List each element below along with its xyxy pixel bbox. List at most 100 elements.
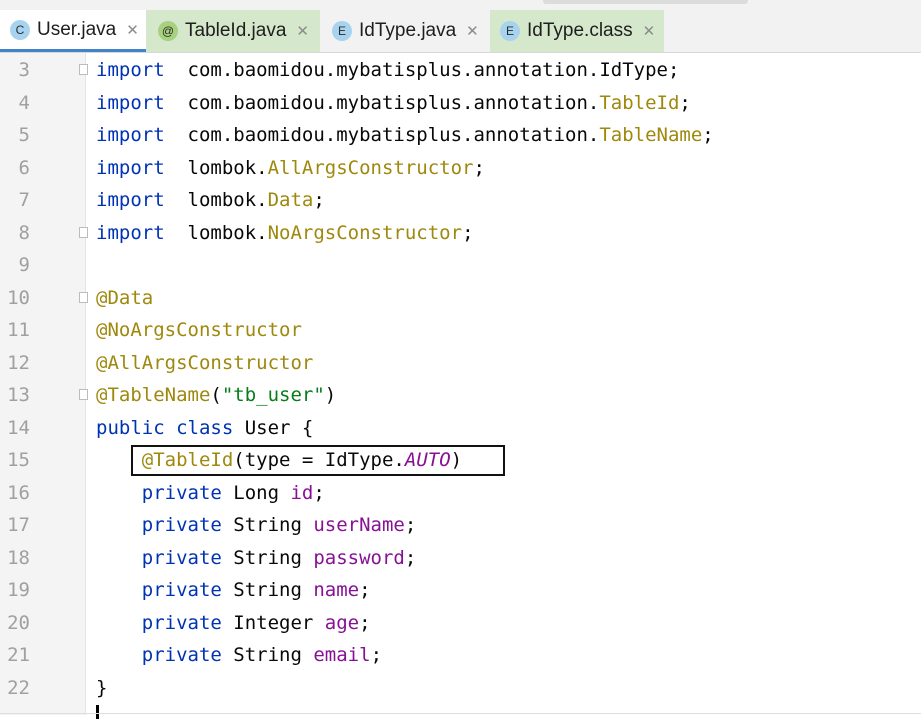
code-token: ;: [462, 221, 474, 244]
code-line[interactable]: public class User {: [96, 412, 313, 444]
code-token: private: [141, 514, 222, 536]
code-token: import: [96, 59, 165, 81]
code-token: String: [221, 514, 314, 536]
line-number: 13: [7, 384, 30, 406]
code-token: NoArgsConstructor: [267, 221, 463, 244]
code-line[interactable]: import lombok.Data;: [96, 184, 325, 216]
code-line[interactable]: @AllArgsConstructor: [96, 347, 313, 379]
line-number: 5: [18, 124, 30, 146]
fold-marker-icon[interactable]: [79, 227, 88, 238]
code-line[interactable]: private String userName;: [96, 509, 417, 541]
code-token: ;: [404, 514, 417, 536]
line-number: 9: [18, 254, 30, 276]
line-number: 10: [7, 286, 30, 309]
code-token: id: [290, 481, 314, 504]
enum-e-icon: E: [332, 21, 352, 41]
code-token: ;: [359, 579, 371, 601]
code-token: com.baomidou.mybatisplus.annotation.IdTy…: [164, 59, 680, 81]
code-token: private: [141, 611, 222, 634]
code-token: import: [96, 156, 165, 179]
code-token: private: [141, 644, 222, 666]
highlight-box: [131, 445, 505, 476]
code-token: email: [313, 644, 371, 666]
fold-marker-icon[interactable]: [79, 292, 88, 303]
code-token: ): [324, 384, 337, 406]
code-line[interactable]: @NoArgsConstructor: [96, 314, 302, 346]
code-token: import: [96, 91, 165, 114]
code-line[interactable]: import com.baomidou.mybatisplus.annotati…: [96, 119, 714, 151]
code-token: ;: [313, 189, 325, 211]
line-number: 6: [18, 156, 30, 179]
code-token: import: [96, 221, 165, 244]
line-number: 7: [18, 189, 30, 211]
code-token: TableId: [599, 91, 680, 114]
code-token: Long: [221, 481, 291, 504]
tab-idtype-java[interactable]: E IdType.java ✕: [320, 10, 490, 52]
fold-marker-icon[interactable]: [79, 389, 88, 400]
code-line[interactable]: private Integer age;: [96, 607, 371, 639]
tab-label: TableId.java: [185, 20, 287, 41]
editor-bottom-border: [0, 713, 921, 714]
code-token: private: [141, 546, 222, 569]
code-token: AllArgsConstructor: [267, 156, 474, 179]
close-icon[interactable]: ✕: [466, 22, 479, 40]
code-line[interactable]: }: [96, 672, 107, 704]
code-token: @Data: [96, 286, 154, 309]
code-token: lombok.: [164, 189, 268, 211]
code-line[interactable]: private Long id;: [96, 477, 325, 509]
code-token: ;: [313, 481, 325, 504]
class-c-icon: C: [10, 19, 30, 40]
code-token: lombok.: [164, 156, 268, 179]
annotation-at-icon: @: [158, 21, 178, 41]
code-token: ;: [679, 91, 691, 114]
line-number: 14: [7, 416, 30, 439]
close-icon[interactable]: ✕: [296, 22, 309, 40]
code-token: password: [313, 546, 405, 569]
code-token: name: [313, 579, 360, 601]
code-line[interactable]: import com.baomidou.mybatisplus.annotati…: [96, 87, 691, 119]
code-token: @AllArgsConstructor: [96, 351, 314, 374]
fold-marker-icon[interactable]: [79, 64, 88, 75]
code-token: (: [210, 384, 222, 406]
code-token: Data: [267, 189, 314, 211]
code-token: public class: [96, 416, 234, 439]
code-token: private: [141, 579, 222, 601]
code-line[interactable]: import com.baomidou.mybatisplus.annotati…: [96, 54, 679, 86]
line-number: 22: [7, 676, 30, 699]
code-line[interactable]: private String password;: [96, 542, 417, 574]
text-caret: [96, 705, 99, 719]
tab-tableid-java[interactable]: @ TableId.java ✕: [146, 10, 320, 52]
code-token: }: [96, 676, 108, 699]
code-token: private: [141, 481, 222, 504]
line-number: 18: [7, 546, 30, 569]
code-token: import: [96, 124, 165, 146]
code-line[interactable]: @Data: [96, 282, 153, 314]
line-number: 19: [7, 579, 30, 601]
code-line[interactable]: import lombok.AllArgsConstructor;: [96, 152, 485, 184]
tab-user-java[interactable]: C User.java ✕: [0, 10, 146, 52]
gutter-divider: [85, 53, 86, 715]
code-line[interactable]: private String email;: [96, 639, 382, 671]
line-number: 16: [7, 481, 30, 504]
code-line[interactable]: import lombok.NoArgsConstructor;: [96, 217, 474, 249]
editor-tab-bar: C User.java ✕ @ TableId.java ✕ E IdType.…: [0, 10, 921, 53]
code-token: ;: [404, 546, 417, 569]
line-number: 21: [7, 644, 30, 666]
code-token: @NoArgsConstructor: [96, 319, 302, 341]
code-line[interactable]: @TableName("tb_user"): [96, 379, 336, 411]
enum-e-icon: E: [500, 21, 520, 41]
tab-idtype-class[interactable]: E IdType.class ✕: [490, 10, 664, 52]
tab-label: IdType.java: [359, 20, 457, 41]
close-icon[interactable]: ✕: [126, 21, 139, 39]
code-token: age: [324, 611, 360, 634]
close-icon[interactable]: ✕: [643, 22, 656, 40]
line-number: 15: [7, 449, 30, 471]
code-token: String: [221, 579, 314, 601]
code-line[interactable]: private String name;: [96, 574, 371, 606]
horizontal-scrollbar[interactable]: [543, 0, 748, 4]
code-token: com.baomidou.mybatisplus.annotation.: [164, 124, 600, 146]
